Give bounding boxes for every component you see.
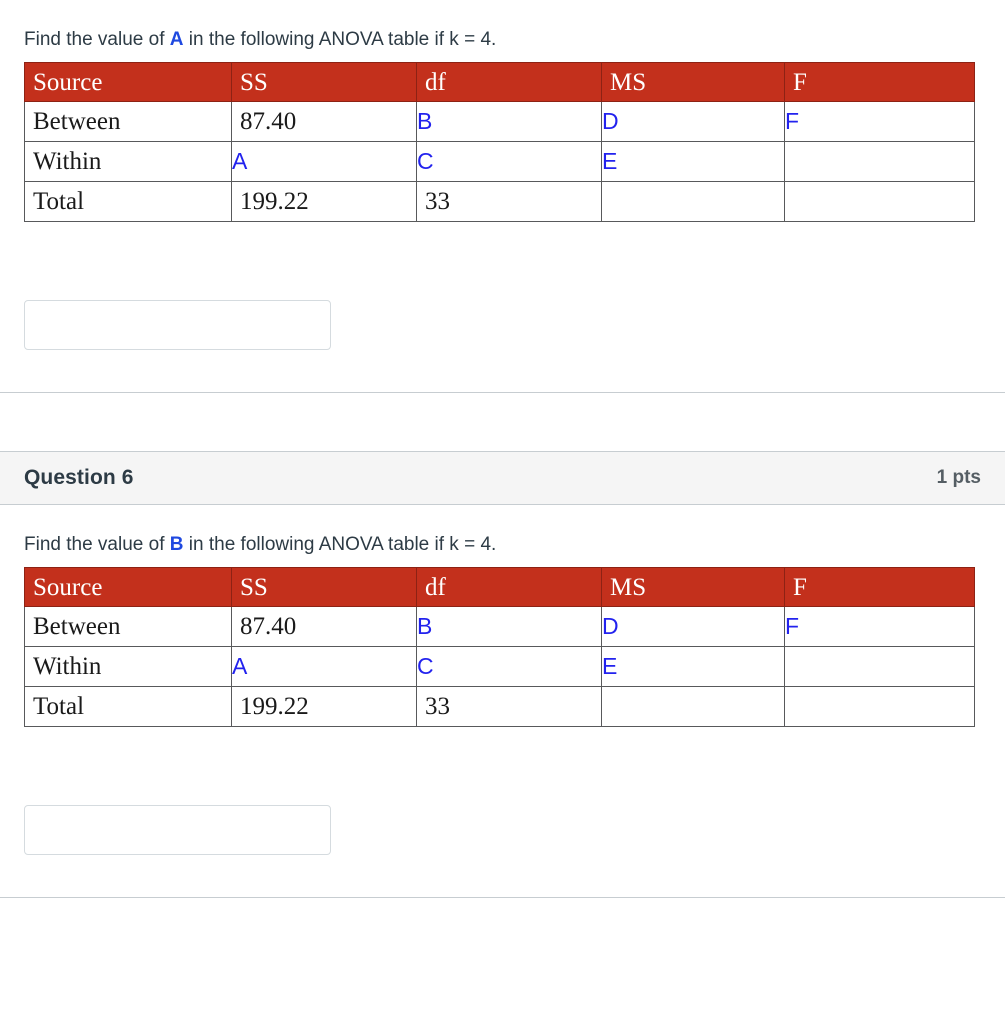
question-prompt-2: Find the value of B in the following ANO… [24,505,981,567]
question-header-2: Question 6 1 pts [0,451,1005,505]
cell-df-within: C [416,646,602,687]
prompt-variable-2: B [169,534,184,555]
cell-f-total [784,686,975,727]
cell-ss-between: 87.40 [231,101,417,142]
answer-row-2 [24,727,981,855]
answer-input-1[interactable] [24,300,331,350]
question-points-badge: 1 pts [936,467,981,488]
column-header-ms: MS [601,62,785,102]
cell-ss-total: 199.22 [231,181,417,222]
answer-input-2[interactable] [24,805,331,855]
question-body-1: Find the value of A in the following ANO… [0,0,1005,350]
column-header-df: df [416,62,602,102]
table-header-row: Source SS df MS F [24,567,975,607]
cell-df-between: B [416,606,602,647]
cell-f-between: F [784,606,975,647]
cell-source-between: Between [24,606,232,647]
prompt-text-after-1: in the following ANOVA table if k = 4. [183,29,497,50]
question-block-1: Find the value of A in the following ANO… [0,0,1005,393]
cell-df-total: 33 [416,686,602,727]
table-row: Within A C E [24,141,975,182]
column-header-source: Source [24,567,232,607]
cell-ms-within: E [601,141,785,182]
question-body-2: Find the value of B in the following ANO… [0,505,1005,855]
cell-source-total: Total [24,686,232,727]
prompt-text-after-2: in the following ANOVA table if k = 4. [183,534,497,555]
anova-table-body-1: Between 87.40 B D F Within A C E Total 1… [24,101,975,222]
table-row: Between 87.40 B D F [24,606,975,647]
cell-ms-between: D [601,101,785,142]
cell-df-within: C [416,141,602,182]
column-header-df: df [416,567,602,607]
cell-ss-total: 199.22 [231,686,417,727]
prompt-variable-1: A [169,29,184,50]
prompt-text-before-1: Find the value of [24,29,170,50]
column-header-ms: MS [601,567,785,607]
anova-table-head-2: Source SS df MS F [24,567,975,607]
cell-ss-within: A [231,141,417,182]
cell-ms-within: E [601,646,785,687]
block-spacer-1 [0,350,1005,392]
cell-f-within [784,646,975,687]
question-block-2: Question 6 1 pts Find the value of B in … [0,451,1005,898]
anova-table-wrapper-2: Source SS df MS F Between 87.40 B D F Wi… [24,567,981,727]
column-header-source: Source [24,62,232,102]
cell-f-within [784,141,975,182]
column-header-f: F [784,62,975,102]
anova-table-wrapper-1: Source SS df MS F Between 87.40 B D F Wi… [24,62,981,222]
column-header-f: F [784,567,975,607]
anova-table-2: Source SS df MS F Between 87.40 B D F Wi… [24,567,975,727]
cell-ms-total [601,181,785,222]
cell-ss-within: A [231,646,417,687]
table-row: Total 199.22 33 [24,686,975,727]
table-header-row: Source SS df MS F [24,62,975,102]
table-row: Within A C E [24,646,975,687]
block-spacer-2 [0,855,1005,897]
cell-source-within: Within [24,141,232,182]
question-prompt-1: Find the value of A in the following ANO… [24,0,981,62]
cell-source-between: Between [24,101,232,142]
cell-ms-between: D [601,606,785,647]
table-row: Total 199.22 33 [24,181,975,222]
answer-row-1 [24,222,981,350]
cell-df-between: B [416,101,602,142]
cell-ms-total [601,686,785,727]
question-divider-2 [0,897,1005,898]
table-row: Between 87.40 B D F [24,101,975,142]
question-title: Question 6 [24,466,134,489]
question-divider-1 [0,392,1005,393]
cell-df-total: 33 [416,181,602,222]
anova-table-1: Source SS df MS F Between 87.40 B D F Wi… [24,62,975,222]
column-header-ss: SS [231,62,417,102]
anova-table-body-2: Between 87.40 B D F Within A C E Total 1… [24,606,975,727]
cell-f-total [784,181,975,222]
column-header-ss: SS [231,567,417,607]
cell-f-between: F [784,101,975,142]
cell-source-within: Within [24,646,232,687]
prompt-text-before-2: Find the value of [24,534,170,555]
cell-source-total: Total [24,181,232,222]
cell-ss-between: 87.40 [231,606,417,647]
inter-question-gap [0,393,1005,451]
anova-table-head-1: Source SS df MS F [24,62,975,102]
